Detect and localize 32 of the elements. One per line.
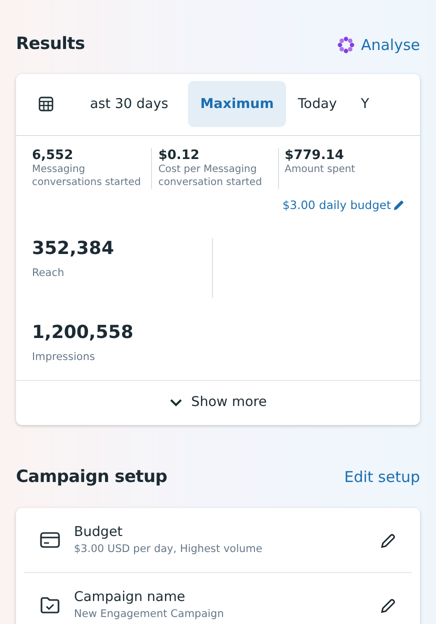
pencil-icon — [380, 598, 396, 614]
calendar-icon — [38, 96, 54, 112]
edit-setup-link[interactable]: Edit setup — [344, 466, 420, 488]
date-range-tab[interactable]: Maximum — [188, 80, 286, 128]
show-more-button[interactable]: Show more — [16, 380, 420, 424]
folder-check-icon — [40, 595, 60, 615]
metric-value: 352,384 — [32, 238, 115, 260]
item-subtitle: New Engagement Campaign — [74, 607, 225, 622]
credit-card-icon — [40, 530, 60, 550]
metric-label: Amount spent — [284, 162, 356, 176]
item-title: Campaign name — [74, 588, 186, 607]
section-title: Results — [16, 33, 85, 56]
metric-value: 1,200,558 — [32, 322, 134, 344]
daily-budget-link[interactable]: $3.00 daily budget — [16, 188, 420, 214]
metric-value: $779.14 — [284, 148, 345, 162]
item-subtitle: $3.00 USD per day, Highest volume — [74, 542, 264, 558]
date-range-tab[interactable]: ast 30 days — [78, 80, 180, 128]
metric-label: Impressions — [32, 350, 96, 365]
metric-label: Cost per Messaging conversation started — [158, 162, 263, 188]
sparkle-icon — [336, 36, 355, 54]
item-title: Budget — [74, 523, 124, 542]
pencil-icon — [393, 200, 404, 211]
date-range-tab[interactable]: Today — [286, 80, 349, 128]
metric-label: Reach — [32, 266, 66, 281]
chevron-down-icon — [169, 398, 184, 408]
analyse-button[interactable]: Analyse — [336, 34, 420, 56]
metric-label: Messaging conversations started — [32, 162, 142, 188]
date-range-tab[interactable]: Y — [348, 80, 382, 128]
metric-value: 6,552 — [32, 148, 74, 162]
pencil-icon — [380, 532, 396, 549]
metric-value: $0.12 — [158, 148, 200, 162]
section-title: Campaign setup — [16, 466, 168, 488]
